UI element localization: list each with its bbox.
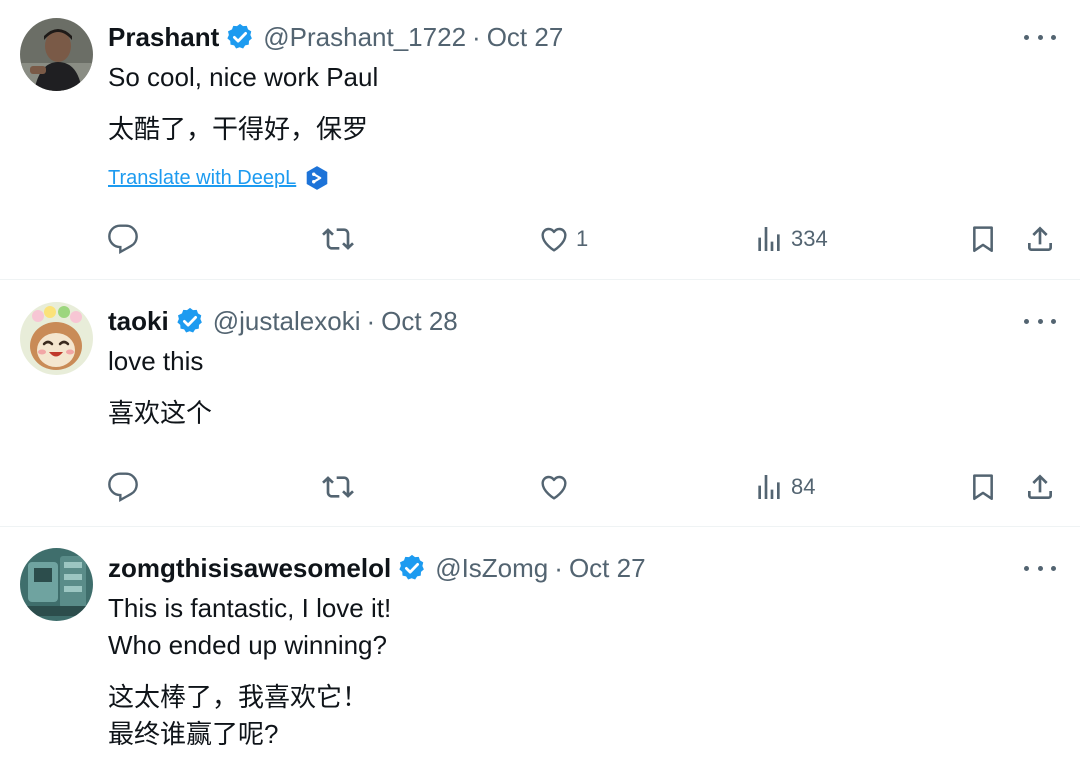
verified-badge-icon[interactable] xyxy=(175,306,205,336)
retweet-icon xyxy=(322,476,354,498)
translate-link-label[interactable]: Translate with DeepL xyxy=(108,167,296,190)
user-handle[interactable]: @justalexoki xyxy=(213,306,361,337)
views-button[interactable]: 84 xyxy=(753,467,815,507)
heart-icon xyxy=(541,475,567,500)
like-button[interactable] xyxy=(538,467,570,507)
tweet-actions: 84 xyxy=(0,467,1080,507)
like-button[interactable]: 1 xyxy=(538,219,588,259)
separator-dot: · xyxy=(472,21,481,52)
tweet-header: taoki @justalexoki · Oct 28 xyxy=(108,303,458,339)
user-handle[interactable]: @Prashant_1722 xyxy=(263,22,466,53)
display-name[interactable]: zomgthisisawesomelol xyxy=(108,553,391,584)
avatar[interactable] xyxy=(20,548,93,621)
tweet-date[interactable]: Oct 27 xyxy=(487,22,564,53)
display-name[interactable]: taoki xyxy=(108,306,169,337)
person-photo-icon xyxy=(20,18,93,91)
share-icon xyxy=(1028,226,1052,251)
heart-icon xyxy=(541,227,567,252)
tweet-2[interactable]: taoki @justalexoki · Oct 28 love this 喜欢… xyxy=(0,280,1080,526)
tweet-translation: 喜欢这个 xyxy=(108,398,213,428)
avatar[interactable] xyxy=(20,302,93,375)
tweet-text-line-1: This is fantastic, I love it! xyxy=(108,593,392,623)
reply-button[interactable] xyxy=(107,467,139,507)
display-name[interactable]: Prashant xyxy=(108,22,219,53)
tweet-translation-line-1: 这太棒了，我喜欢它！ xyxy=(108,682,369,712)
view-count: 334 xyxy=(791,226,828,251)
deepl-logo-icon xyxy=(306,166,328,190)
view-count: 84 xyxy=(791,474,816,499)
tweet-header: Prashant @Prashant_1722 · Oct 27 xyxy=(108,19,563,55)
separator-dot: · xyxy=(554,552,563,583)
tweet-text-line-2: Who ended up winning? xyxy=(108,630,387,660)
retweet-button[interactable] xyxy=(322,219,354,259)
tweet-translation: 太酷了，干得好，保罗 xyxy=(108,114,369,144)
tweet-date[interactable]: Oct 28 xyxy=(381,306,458,337)
user-handle[interactable]: @IsZomg xyxy=(435,553,548,584)
tweet-text: So cool, nice work Paul xyxy=(108,62,379,92)
tweet-header: zomgthisisawesomelol @IsZomg · Oct 27 xyxy=(108,550,646,586)
share-button[interactable] xyxy=(1024,219,1056,259)
share-icon xyxy=(1028,474,1052,499)
reply-button[interactable] xyxy=(107,219,139,259)
tweet-3[interactable]: zomgthisisawesomelol @IsZomg · Oct 27 Th… xyxy=(0,527,1080,773)
views-chart-icon xyxy=(758,475,780,499)
bookmark-button[interactable] xyxy=(967,219,999,259)
reply-icon xyxy=(108,472,138,502)
verified-badge-icon[interactable] xyxy=(397,553,427,583)
teal-photo-icon xyxy=(20,548,93,621)
retweet-icon xyxy=(322,228,354,250)
tweet-translation-line-2: 最终谁赢了呢? xyxy=(108,719,279,749)
bookmark-icon xyxy=(973,226,993,253)
verified-badge-icon[interactable] xyxy=(225,22,255,52)
cartoon-creature-icon xyxy=(20,302,93,375)
tweet-1[interactable]: Prashant @Prashant_1722 · Oct 27 So cool… xyxy=(0,0,1080,279)
more-options-icon[interactable] xyxy=(1024,558,1056,578)
avatar[interactable] xyxy=(20,18,93,91)
tweet-text: love this xyxy=(108,346,204,376)
translate-link[interactable]: Translate with DeepL xyxy=(108,165,330,191)
tweet-actions: 1 334 xyxy=(0,219,1080,259)
views-chart-icon xyxy=(758,227,780,251)
like-count: 1 xyxy=(576,226,589,251)
retweet-button[interactable] xyxy=(322,467,354,507)
separator-dot: · xyxy=(366,305,376,336)
more-options-icon[interactable] xyxy=(1024,311,1056,331)
share-button[interactable] xyxy=(1024,467,1056,507)
bookmark-icon xyxy=(973,474,993,500)
reply-icon xyxy=(108,224,138,254)
views-button[interactable]: 334 xyxy=(753,219,828,259)
tweet-date[interactable]: Oct 27 xyxy=(569,553,646,584)
bookmark-button[interactable] xyxy=(967,467,999,507)
more-options-icon[interactable] xyxy=(1024,27,1056,47)
